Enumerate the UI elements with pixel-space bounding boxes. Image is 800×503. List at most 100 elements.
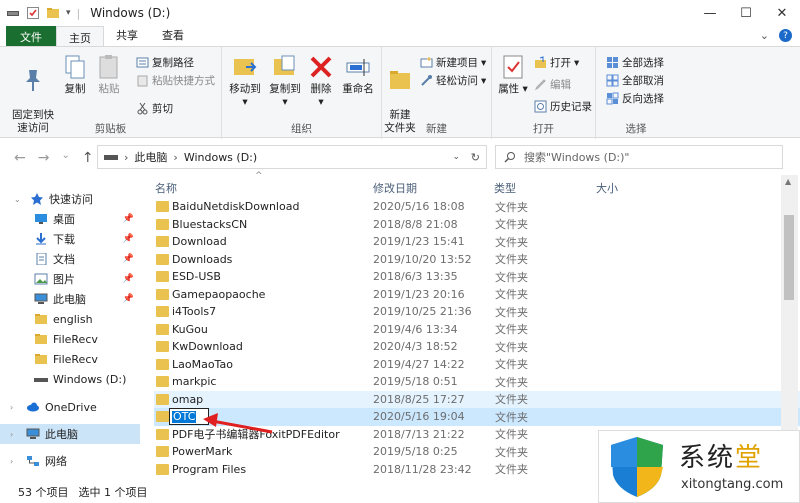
nav-item[interactable]: › 网络 (0, 451, 140, 471)
nav-item[interactable]: 文档 📌 (0, 249, 140, 269)
refresh-icon[interactable]: ↻ (471, 151, 480, 164)
address-bar-area: ← → ⌄ ↑ › 此电脑 › Windows (D:) ⌄ ↻ 搜索"Wind… (0, 139, 800, 175)
address-bar[interactable]: › 此电脑 › Windows (D:) ⌄ ↻ (97, 145, 487, 169)
table-row[interactable]: markpic 2019/5/18 0:51 文件夹 (154, 373, 800, 391)
up-arrow-icon[interactable]: ↑ (82, 150, 94, 166)
file-date: 2018/7/13 21:22 (373, 427, 465, 441)
tab-view[interactable]: 查看 (150, 24, 196, 47)
selected-count: 选中 1 个项目 (78, 486, 148, 499)
pin-icon: 📌 (122, 214, 134, 224)
clipboard-label: 剪贴板 (94, 123, 127, 135)
folder-icon (156, 376, 169, 387)
table-row[interactable]: Download 2019/1/23 15:41 文件夹 (154, 233, 800, 251)
expand-ribbon-icon[interactable]: ⌄ (760, 29, 769, 42)
nav-item[interactable]: english (0, 309, 140, 329)
nav-item[interactable]: FileRecv (0, 349, 140, 369)
table-row[interactable]: OTC 2020/5/16 19:04 文件夹 (154, 408, 800, 426)
expand-chevron-icon[interactable]: › (10, 403, 13, 412)
forward-arrow-icon[interactable]: → (38, 150, 50, 166)
nav-item[interactable]: › OneDrive (0, 397, 140, 417)
back-arrow-icon[interactable]: ← (14, 150, 26, 166)
nav-item[interactable]: 下载 📌 (0, 229, 140, 249)
new-label: 新建 (426, 123, 447, 135)
file-date: 2019/4/6 13:34 (373, 322, 458, 336)
table-row[interactable]: ESD-USB 2018/6/3 13:35 文件夹 (154, 268, 800, 286)
table-row[interactable]: KuGou 2019/4/6 13:34 文件夹 (154, 321, 800, 339)
rename-input[interactable]: OTC (169, 408, 209, 425)
rename-button[interactable]: 重命名 (338, 53, 378, 96)
help-icon[interactable]: ? (779, 29, 792, 42)
file-name: omap (172, 392, 204, 406)
folder-icon (156, 463, 169, 475)
properties-check-icon[interactable] (26, 6, 40, 20)
table-row[interactable]: BluestacksCN 2018/8/8 21:08 文件夹 (154, 216, 800, 234)
select-all-icon (607, 57, 618, 68)
history-button[interactable]: 历史记录 (534, 99, 592, 114)
scrollbar-thumb[interactable] (784, 215, 794, 300)
maximize-button[interactable]: ☐ (728, 0, 764, 26)
file-name: Download (172, 235, 227, 249)
file-name: KuGou (172, 322, 208, 336)
copy-path-button[interactable]: 复制路径 (136, 55, 194, 70)
nav-item[interactable]: 桌面 📌 (0, 209, 140, 229)
copy-button[interactable]: 复制 (60, 53, 90, 96)
properties-button[interactable]: 属性 ▾ (498, 53, 528, 96)
nav-item[interactable]: 此电脑 📌 (0, 289, 140, 309)
file-type: 文件夹 (495, 218, 528, 232)
column-size[interactable]: 大小 (596, 180, 618, 196)
network-icon (26, 455, 40, 467)
nav-item[interactable]: ⌄ 快速访问 (0, 189, 140, 209)
nav-item-label: 下载 (53, 233, 75, 246)
table-row[interactable]: LaoMaoTao 2019/4/27 14:22 文件夹 (154, 356, 800, 374)
new-folder-icon[interactable] (46, 6, 60, 20)
copy-to-button[interactable]: 复制到 ▾ (266, 53, 304, 109)
table-row[interactable]: omap 2018/8/25 17:27 文件夹 (154, 390, 800, 408)
recent-locations-chevron-icon[interactable]: ⌄ (61, 150, 69, 166)
nav-item-label: 桌面 (53, 213, 75, 226)
minimize-button[interactable]: — (692, 0, 728, 26)
search-input[interactable]: 搜索"Windows (D:)" (495, 145, 783, 169)
tab-home[interactable]: 主页 (56, 26, 104, 47)
column-name[interactable]: 名称 (155, 180, 177, 196)
edit-button[interactable]: 编辑 (534, 77, 571, 92)
scroll-up-icon[interactable]: ▲ (785, 177, 791, 186)
move-to-button[interactable]: 移动到 ▾ (226, 53, 264, 109)
paste-button[interactable]: 粘贴 (94, 53, 124, 96)
file-date: 2019/5/18 0:51 (373, 375, 458, 389)
expand-chevron-icon[interactable]: › (10, 457, 13, 466)
table-row[interactable]: Downloads 2019/10/20 13:52 文件夹 (154, 251, 800, 269)
invert-selection-button[interactable]: 反向选择 (606, 91, 664, 106)
properties-icon (503, 55, 523, 79)
nav-item[interactable]: Windows (D:) (0, 369, 140, 389)
table-row[interactable]: KwDownload 2020/4/3 18:52 文件夹 (154, 338, 800, 356)
computer-icon (26, 428, 40, 440)
easy-access-button[interactable]: 轻松访问 ▾ (420, 73, 486, 88)
folder-icon (156, 288, 169, 300)
cut-button[interactable]: 剪切 (136, 101, 173, 116)
table-row[interactable]: Gamepaopaoche 2019/1/23 20:16 文件夹 (154, 286, 800, 304)
select-all-button[interactable]: 全部选择 (606, 55, 664, 70)
column-type[interactable]: 类型 (494, 180, 516, 196)
delete-button[interactable]: 删除 ▾ (308, 53, 334, 109)
tab-file[interactable]: 文件 (6, 26, 56, 47)
close-button[interactable]: ✕ (764, 0, 800, 26)
new-item-button[interactable]: 新建项目 ▾ (420, 55, 486, 70)
nav-item[interactable]: FileRecv (0, 329, 140, 349)
table-row[interactable]: BaiduNetdiskDownload 2020/5/16 18:08 文件夹 (154, 198, 800, 216)
file-name: Program Files (172, 462, 247, 476)
customize-quick-access-icon[interactable]: ▾ (66, 8, 71, 18)
table-row[interactable]: i4Tools7 2019/10/25 21:36 文件夹 (154, 303, 800, 321)
expand-chevron-icon[interactable]: › (10, 430, 13, 439)
paste-shortcut-button[interactable]: 粘贴快捷方式 (136, 73, 215, 88)
select-none-button[interactable]: 全部取消 (606, 73, 664, 88)
address-dropdown-icon[interactable]: ⌄ (452, 152, 460, 162)
nav-item[interactable]: 图片 📌 (0, 269, 140, 289)
pin-icon (26, 70, 40, 91)
column-date[interactable]: 修改日期 (373, 180, 417, 196)
open-button[interactable]: 打开 ▾ (534, 55, 579, 70)
tab-share[interactable]: 共享 (104, 24, 150, 47)
breadcrumb-drive[interactable]: Windows (D:) (184, 151, 257, 164)
expand-chevron-icon[interactable]: ⌄ (14, 195, 21, 204)
nav-item[interactable]: › 此电脑 (0, 424, 140, 444)
breadcrumb-this-pc[interactable]: 此电脑 (134, 149, 167, 165)
